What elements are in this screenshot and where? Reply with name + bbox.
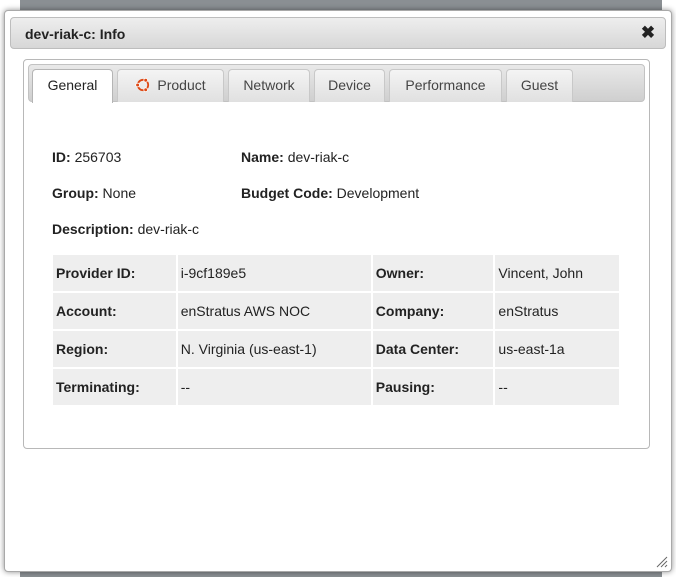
dialog-title: dev-riak-c: Info xyxy=(25,26,126,42)
tabs-panel: General Product Network Device Performan… xyxy=(23,59,650,449)
ubuntu-icon xyxy=(135,77,150,93)
tab-network-label: Network xyxy=(243,77,295,93)
dialog-titlebar[interactable]: dev-riak-c: Info ✖ xyxy=(10,17,666,49)
tab-guest[interactable]: Guest xyxy=(506,69,573,102)
name-label: Name: xyxy=(241,149,284,165)
group-value: None xyxy=(102,185,137,201)
tab-network[interactable]: Network xyxy=(228,69,310,102)
region-value: N. Virginia (us-east-1) xyxy=(177,331,371,367)
budget-code-field: Budget Code: Development xyxy=(241,185,419,201)
budget-code-label: Budget Code: xyxy=(241,185,333,201)
owner-label: Owner: xyxy=(372,255,494,291)
company-value: enStratus xyxy=(495,293,619,329)
name-value: dev-riak-c xyxy=(287,149,350,165)
table-row: Terminating: -- Pausing: -- xyxy=(53,369,619,405)
pausing-value: -- xyxy=(495,369,619,405)
table-row: Account: enStratus AWS NOC Company: enSt… xyxy=(53,293,619,329)
tab-performance-label: Performance xyxy=(405,77,486,93)
provider-id-value: i-9cf189e5 xyxy=(177,255,371,291)
id-label: ID: xyxy=(52,149,71,165)
group-field: Group: None xyxy=(52,185,136,201)
tab-device[interactable]: Device xyxy=(314,69,385,102)
terminating-value: -- xyxy=(177,369,371,405)
account-value: enStratus AWS NOC xyxy=(177,293,371,329)
tab-device-label: Device xyxy=(328,77,371,93)
info-dialog: dev-riak-c: Info ✖ General Product Netwo… xyxy=(4,10,672,572)
details-table: Provider ID: i-9cf189e5 Owner: Vincent, … xyxy=(51,253,621,407)
data-center-label: Data Center: xyxy=(372,331,494,367)
name-field: Name: dev-riak-c xyxy=(241,149,349,165)
description-value: dev-riak-c xyxy=(137,221,200,237)
owner-value: Vincent, John xyxy=(495,255,619,291)
description-field: Description: dev-riak-c xyxy=(52,221,199,237)
tab-performance[interactable]: Performance xyxy=(389,69,502,102)
pausing-label: Pausing: xyxy=(372,369,494,405)
tab-strip: General Product Network Device Performan… xyxy=(28,64,645,103)
tab-guest-label: Guest xyxy=(520,77,559,93)
budget-code-value: Development xyxy=(336,185,420,201)
tab-product[interactable]: Product xyxy=(117,69,224,102)
tab-product-label: Product xyxy=(157,77,206,93)
resize-grip-icon[interactable] xyxy=(656,556,668,568)
company-label: Company: xyxy=(372,293,494,329)
region-label: Region: xyxy=(53,331,176,367)
terminating-label: Terminating: xyxy=(53,369,176,405)
table-row: Provider ID: i-9cf189e5 Owner: Vincent, … xyxy=(53,255,619,291)
id-value: 256703 xyxy=(74,149,122,165)
tab-general-label: General xyxy=(47,77,98,93)
close-icon[interactable]: ✖ xyxy=(639,24,657,42)
tab-general[interactable]: General xyxy=(32,69,113,103)
account-label: Account: xyxy=(53,293,176,329)
id-field: ID: 256703 xyxy=(52,149,121,165)
table-row: Region: N. Virginia (us-east-1) Data Cen… xyxy=(53,331,619,367)
group-label: Group: xyxy=(52,185,99,201)
description-label: Description: xyxy=(52,221,134,237)
provider-id-label: Provider ID: xyxy=(53,255,176,291)
data-center-value: us-east-1a xyxy=(495,331,619,367)
